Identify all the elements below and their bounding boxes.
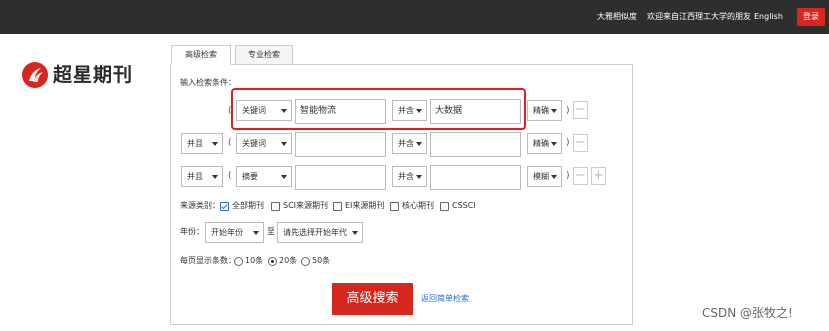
source-option-all: 全部期刊 <box>232 201 264 210</box>
keyword-input-3[interactable] <box>295 165 386 190</box>
close-paren: ) <box>566 106 570 116</box>
daya-similarity-link[interactable]: 大雅相似度 <box>597 11 637 23</box>
remove-row-button-2[interactable]: − <box>573 134 588 152</box>
chevron-down-icon <box>281 142 287 146</box>
match-select-2[interactable]: 精确 <box>527 133 562 154</box>
logic-select-3[interactable]: 并且 <box>181 166 223 187</box>
logo-icon <box>22 62 48 88</box>
source-option-cssci: CSSCI <box>452 201 476 210</box>
join-select-2[interactable]: 并含 <box>392 133 427 154</box>
source-label: 来源类别： <box>180 201 220 210</box>
chevron-down-icon <box>551 175 557 179</box>
source-option-sci: SCI来源期刊 <box>283 201 329 210</box>
year-label: 年份： <box>180 227 204 236</box>
chevron-down-icon <box>551 109 557 113</box>
advanced-search-button[interactable]: 高级搜索 <box>332 283 413 315</box>
highlight-box <box>231 88 526 130</box>
chevron-down-icon <box>212 142 218 146</box>
keyword-input-3b[interactable] <box>430 165 521 190</box>
radio-20[interactable] <box>268 257 277 266</box>
chevron-down-icon <box>253 231 259 235</box>
add-row-button[interactable]: + <box>591 167 606 185</box>
radio-50[interactable] <box>301 257 310 266</box>
checkbox-cssci[interactable] <box>440 202 449 211</box>
chevron-down-icon <box>352 231 358 235</box>
open-paren: ( <box>228 138 232 148</box>
tab-professional-search[interactable]: 专业检索 <box>235 45 293 65</box>
match-select-1[interactable]: 精确 <box>527 100 562 121</box>
year-end-select[interactable]: 请先选择开始年代 <box>277 222 363 243</box>
match-select-3[interactable]: 模糊 <box>527 166 562 187</box>
close-paren: ) <box>566 138 570 148</box>
chevron-down-icon <box>212 175 218 179</box>
per-page-option-10: 10条 <box>245 256 264 265</box>
tab-advanced-search[interactable]: 高级检索 <box>171 45 231 65</box>
remove-row-button-1[interactable]: − <box>573 101 588 119</box>
logic-select-2[interactable]: 并且 <box>181 133 223 154</box>
checkbox-sci[interactable] <box>271 202 280 211</box>
chevron-down-icon <box>551 142 557 146</box>
per-page-option-20: 20条 <box>279 256 298 265</box>
top-bar: 大雅相似度 欢迎来自江西理工大学的朋友 English 登录 <box>0 0 829 34</box>
checkbox-core[interactable] <box>390 202 399 211</box>
field-select-3[interactable]: 摘要 <box>236 166 292 187</box>
brand-name: 超星期刊 <box>53 64 134 86</box>
source-option-ei: EI来源期刊 <box>345 201 385 210</box>
year-start-select[interactable]: 开始年份 <box>205 222 264 243</box>
open-paren: ( <box>228 171 232 181</box>
watermark: CSDN @张牧之! <box>702 306 793 320</box>
back-to-simple-search-link[interactable]: 返回简单检索 <box>421 293 469 305</box>
remove-row-button-3[interactable]: − <box>573 167 588 185</box>
radio-10[interactable] <box>234 257 243 266</box>
conditions-label: 输入检索条件： <box>180 78 236 87</box>
source-option-core: 核心期刊 <box>402 201 434 210</box>
checkbox-ei[interactable] <box>333 202 342 211</box>
per-page-option-50: 50条 <box>312 256 331 265</box>
chevron-down-icon <box>416 175 422 179</box>
join-select-3[interactable]: 并含 <box>392 166 427 187</box>
welcome-text: 欢迎来自江西理工大学的朋友 <box>647 12 751 21</box>
field-select-2[interactable]: 关键词 <box>236 133 292 154</box>
close-paren: ) <box>566 171 570 181</box>
english-link[interactable]: English <box>754 11 783 23</box>
chevron-down-icon <box>416 142 422 146</box>
per-page-label: 每页显示条数： <box>180 256 236 265</box>
chevron-down-icon <box>281 175 287 179</box>
keyword-input-2b[interactable] <box>430 132 521 157</box>
year-to-label: 至 <box>267 227 275 236</box>
login-button[interactable]: 登录 <box>797 8 825 26</box>
checkbox-all-journals[interactable] <box>220 202 229 211</box>
keyword-input-2[interactable] <box>295 132 386 157</box>
